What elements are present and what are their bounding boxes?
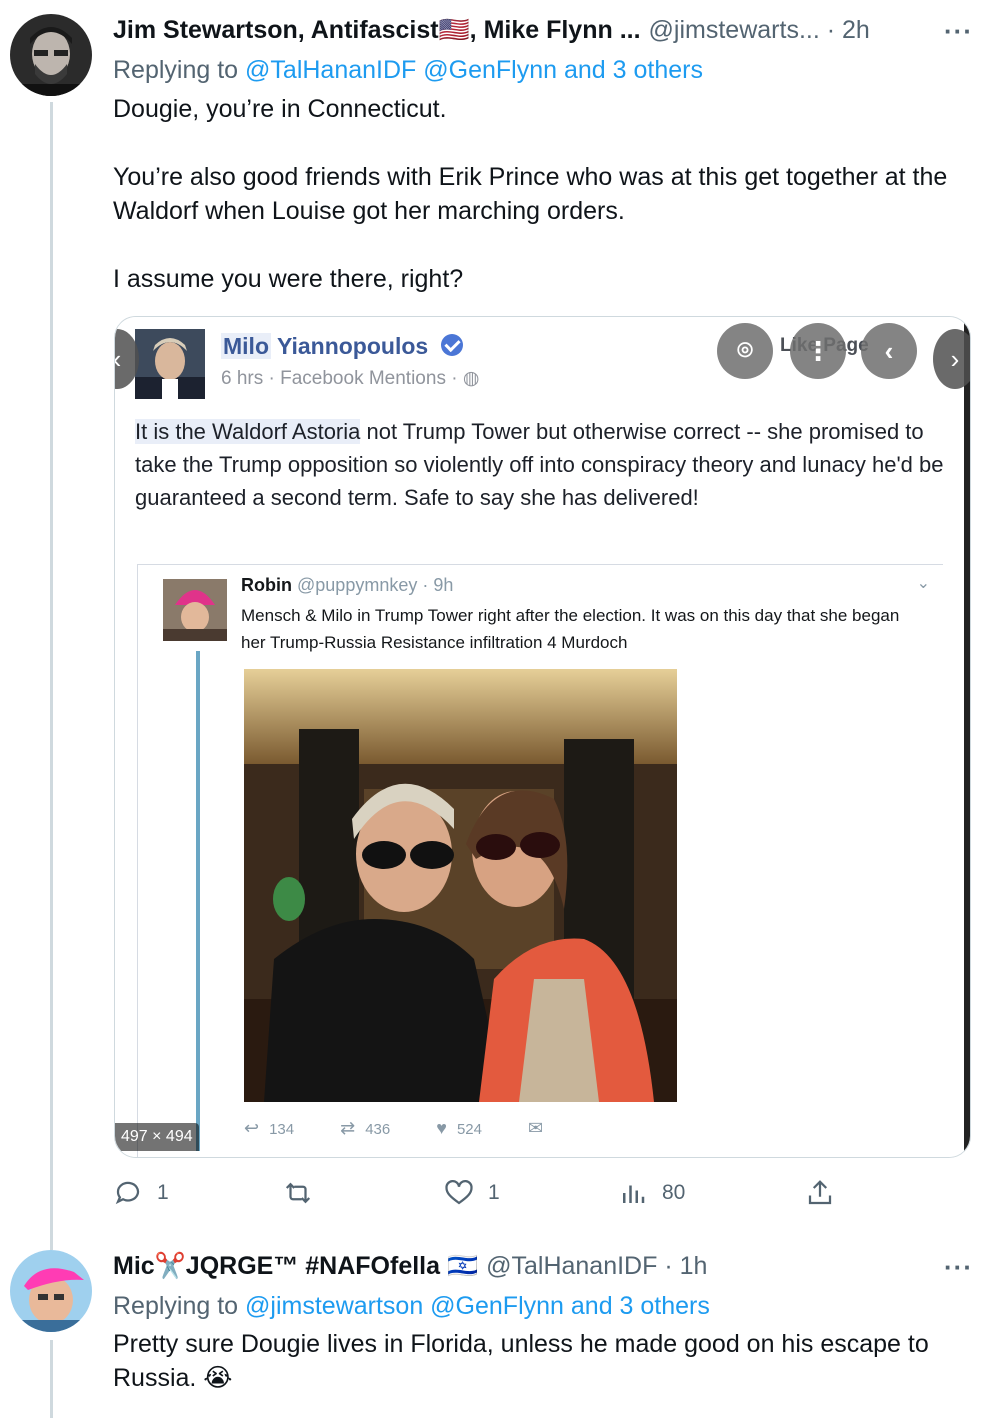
facebook-screenshot: Milo Yiannopoulos 6 hrs · Facebook Menti…	[115, 317, 970, 1157]
verified-badge-icon	[440, 334, 463, 356]
tweet-action-bar: 1 1 80	[113, 1178, 833, 1214]
robin-avatar	[163, 579, 227, 641]
thread-line	[50, 102, 53, 1250]
reply-icon	[115, 1181, 140, 1205]
tweet-paragraph: You’re also good friends with Erik Princ…	[113, 163, 948, 225]
heart-icon: ♥	[436, 1118, 447, 1138]
views-chart-icon	[623, 1185, 645, 1203]
handle-and-time[interactable]: @jimstewarts... · 2h	[649, 16, 870, 45]
replying-prefix: Replying to	[113, 56, 239, 84]
reply-arrow-icon: ↩	[244, 1118, 260, 1138]
heart-icon	[445, 1180, 473, 1205]
share-icon	[808, 1180, 832, 1205]
replying-mentions[interactable]: @jimstewartson @GenFlynn and 3 others	[245, 1292, 710, 1320]
views-button[interactable]: 80	[618, 1178, 685, 1208]
tweet-paragraph: Dougie, you’re in Connecticut.	[113, 95, 447, 123]
like-count: ♥ 524	[436, 1118, 482, 1138]
author-name[interactable]: Mic✂️JQRGE™ #NAFOfella 🇮🇱	[113, 1252, 478, 1281]
retweet-icon	[285, 1182, 311, 1204]
handle-and-time[interactable]: @TalHananIDF · 1h	[486, 1252, 707, 1281]
tweet-text: Pretty sure Dougie lives in Florida, unl…	[113, 1327, 963, 1395]
embedded-tweet-text: Mensch & Milo in Trump Tower right after…	[241, 606, 900, 652]
avatar[interactable]	[10, 14, 92, 96]
embedded-tweet: Robin @puppymnkey · 9h ⌄ Mensch & Milo i…	[137, 564, 944, 1157]
profile-photo	[135, 329, 205, 399]
tweet-header: Jim Stewartson, Antifascist🇺🇸, Mike Flyn…	[113, 16, 870, 45]
tweet-text: Dougie, you’re in Connecticut. You’re al…	[113, 92, 973, 296]
embedded-photo	[244, 669, 677, 1102]
views-count: 80	[662, 1181, 686, 1204]
like-count: 1	[488, 1181, 500, 1204]
dm-icon: ✉	[527, 1118, 544, 1138]
reply-count: 1	[157, 1181, 169, 1204]
retweet-button[interactable]	[283, 1178, 313, 1208]
collapse-arrow-icon[interactable]: ‹	[861, 323, 917, 379]
author-name[interactable]: Jim Stewartson, Antifascist🇺🇸, Mike Flyn…	[113, 16, 641, 45]
more-dots-icon[interactable]: ⋮	[790, 323, 846, 379]
replying-mentions[interactable]: @TalHananIDF @GenFlynn and 3 others	[245, 56, 703, 84]
avatar[interactable]	[10, 1250, 92, 1332]
fb-post-meta: 6 hrs · Facebook Mentions · ◍	[221, 368, 480, 389]
lens-icon[interactable]: ⌾	[717, 323, 773, 379]
fb-post-text: It is the Waldorf Astoria not Trump Towe…	[135, 415, 950, 514]
embedded-tweet-actions: ↩ 134 ⇄ 436 ♥ 524 ✉	[244, 1118, 553, 1139]
fb-name-first: Milo	[221, 333, 271, 359]
tweet-header: Mic✂️JQRGE™ #NAFOfella 🇮🇱 @TalHananIDF ·…	[113, 1252, 707, 1281]
more-options-button[interactable]: ···	[944, 1252, 973, 1283]
media-card[interactable]: Milo Yiannopoulos 6 hrs · Facebook Menti…	[114, 316, 971, 1158]
tweet-paragraph: I assume you were there, right?	[113, 265, 464, 293]
thread-line-lower	[50, 1340, 53, 1418]
fb-author-name[interactable]: Milo Yiannopoulos	[221, 333, 463, 360]
tweet-paragraph: Pretty sure Dougie lives in Florida, unl…	[113, 1330, 929, 1392]
fb-name-last: Yiannopoulos	[276, 333, 429, 359]
more-options-button[interactable]: ···	[944, 16, 973, 47]
retweet-count: ⇄ 436	[340, 1118, 391, 1138]
like-button[interactable]: 1	[444, 1178, 500, 1208]
replying-to: Replying to @TalHananIDF @GenFlynn and 3…	[113, 56, 703, 85]
robin-handle-time: @puppymnkey · 9h	[297, 575, 454, 595]
reply-button[interactable]: 1	[113, 1178, 169, 1208]
robin-name: Robin	[241, 575, 292, 595]
chevron-down-icon: ⌄	[916, 575, 930, 592]
replying-prefix: Replying to	[113, 1292, 239, 1320]
retweet-icon: ⇄	[340, 1118, 356, 1138]
image-edge	[964, 317, 970, 1157]
next-arrow-icon[interactable]: ›	[933, 329, 970, 389]
thread-connector	[196, 651, 200, 1151]
replying-to: Replying to @jimstewartson @GenFlynn and…	[113, 1292, 710, 1321]
reply-count: ↩ 134	[244, 1118, 295, 1138]
share-button[interactable]	[805, 1178, 835, 1208]
fb-post-highlight: It is the Waldorf Astoria	[135, 419, 361, 444]
embedded-tweet-header: Robin @puppymnkey · 9h	[241, 575, 453, 596]
image-dimensions-badge: 497 × 494	[115, 1123, 199, 1151]
